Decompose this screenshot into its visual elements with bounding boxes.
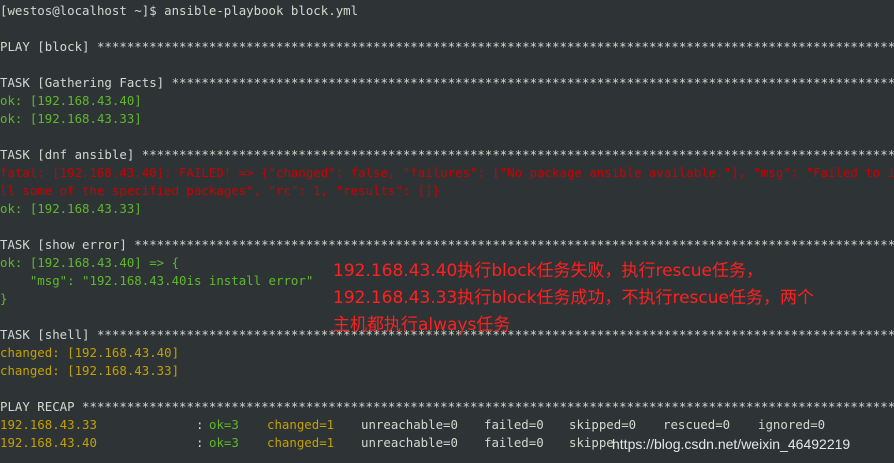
task-dnf-fatal-line2: ll some of the specified packages", "rc"…	[0, 183, 441, 198]
recap-ok: ok=3	[209, 435, 239, 450]
task-show-error-ok-line1: ok: [192.168.43.40] => {	[0, 255, 180, 270]
recap-rescued: rescued=0	[663, 417, 731, 432]
recap-colon: :	[196, 435, 204, 450]
recap-host: 192.168.43.33	[0, 417, 97, 432]
task-dnf-ansible-header: TASK [dnf ansible] *********************…	[0, 147, 894, 162]
annotation-overlay: 192.168.43.40执行block任务失败，执行rescue任务， 192.…	[333, 258, 814, 339]
recap-changed: changed=1	[267, 435, 335, 450]
recap-ignored: ignored=0	[758, 417, 826, 432]
task-show-error-ok-line2: "msg": "192.168.43.40is install error"	[0, 273, 314, 288]
recap-unreachable: unreachable=0	[361, 435, 458, 450]
task-shell-changed-40: changed: [192.168.43.40]	[0, 345, 180, 360]
recap-skipped: skipped=0	[569, 417, 637, 432]
recap-row: 192.168.43.33 : ok=3 changed=1 unreachab…	[0, 416, 894, 434]
annotation-line-1: 192.168.43.40执行block任务失败，执行rescue任务，	[333, 261, 763, 281]
csdn-watermark: https://blog.csdn.net/weixin_46492219	[612, 436, 851, 452]
recap-unreachable: unreachable=0	[361, 417, 458, 432]
recap-ok: ok=3	[209, 417, 239, 432]
task-show-error-header: TASK [show error] **********************…	[0, 237, 894, 252]
recap-colon: :	[196, 417, 204, 432]
recap-failed: failed=0	[484, 417, 544, 432]
command-prompt-line: [westos@localhost ~]$ ansible-playbook b…	[0, 3, 359, 18]
task-gathering-facts-header: TASK [Gathering Facts] *****************…	[0, 75, 894, 90]
terminal-window[interactable]: [westos@localhost ~]$ ansible-playbook b…	[0, 0, 894, 463]
recap-changed: changed=1	[267, 417, 335, 432]
task-dnf-ok-33: ok: [192.168.43.33]	[0, 201, 142, 216]
recap-skipped: skippe	[569, 435, 614, 450]
play-recap-header: PLAY RECAP *****************************…	[0, 399, 894, 414]
annotation-line-2: 192.168.43.33执行block任务成功，不执行rescue任务，两个	[333, 288, 814, 308]
task-shell-changed-33: changed: [192.168.43.33]	[0, 363, 180, 378]
play-header: PLAY [block] ***************************…	[0, 39, 894, 54]
task-gathering-facts-ok-33: ok: [192.168.43.33]	[0, 111, 142, 126]
recap-host: 192.168.43.40	[0, 435, 97, 450]
annotation-line-3: 主机都执行always任务	[333, 315, 511, 335]
task-dnf-fatal-line1: fatal: [192.168.43.40]: FAILED! => {"cha…	[0, 165, 894, 180]
task-gathering-facts-ok-40: ok: [192.168.43.40]	[0, 93, 142, 108]
recap-failed: failed=0	[484, 435, 544, 450]
task-show-error-ok-line3: }	[0, 291, 8, 306]
